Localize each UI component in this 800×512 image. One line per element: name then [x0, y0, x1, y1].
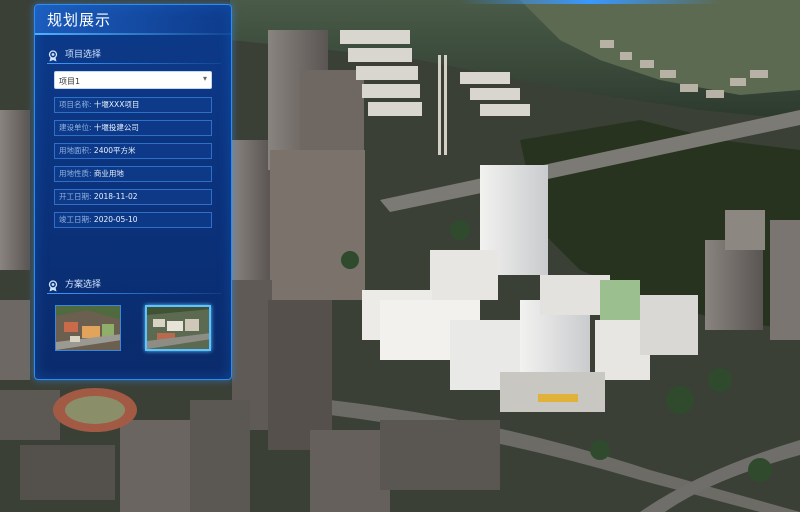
info-label: 用地面积: — [59, 146, 92, 155]
aerial-thumbnail-image — [56, 306, 120, 350]
plan-thumbnail-1[interactable] — [55, 305, 121, 351]
chevron-down-icon: ▾ — [202, 74, 207, 83]
info-label: 建设单位: — [59, 123, 92, 132]
info-label: 用地性质: — [59, 169, 92, 178]
section-divider — [47, 293, 221, 294]
plan-section-header: 方案选择 — [47, 275, 102, 292]
planning-panel: 规划展示 项目选择 项目1 ▾ 项目名称: 十堰XXX项目 建设单位: 十堰投建… — [34, 4, 232, 380]
project-select-value: 项目1 — [59, 77, 81, 86]
info-label: 项目名称: — [59, 100, 92, 109]
aerial-thumbnail-image — [147, 307, 209, 349]
info-row-land-use: 用地性质: 商业用地 — [54, 166, 212, 182]
top-banner-accent — [460, 0, 720, 4]
plan-thumbnail-2[interactable] — [145, 305, 211, 351]
info-row-builder: 建设单位: 十堰投建公司 — [54, 120, 212, 136]
section-divider — [47, 63, 221, 64]
info-value: 2018-11-02 — [93, 192, 138, 201]
project-select[interactable]: 项目1 ▾ — [54, 71, 212, 89]
panel-title-divider — [35, 33, 231, 35]
info-row-completion-date: 竣工日期: 2020-05-10 — [54, 212, 212, 228]
info-row-land-area: 用地面积: 2400平方米 — [54, 143, 212, 159]
info-row-start-date: 开工日期: 2018-11-02 — [54, 189, 212, 205]
info-value: 2400平方米 — [93, 146, 136, 155]
info-row-project-name: 项目名称: 十堰XXX项目 — [54, 97, 212, 113]
info-value: 十堰XXX项目 — [93, 100, 140, 109]
project-section-label: 项目选择 — [65, 49, 102, 60]
project-section-header: 项目选择 — [47, 45, 102, 62]
info-value: 十堰投建公司 — [93, 123, 139, 132]
panel-title: 规划展示 — [47, 11, 112, 29]
info-label: 竣工日期: — [59, 215, 92, 224]
info-value: 2020-05-10 — [93, 215, 138, 224]
award-icon — [47, 47, 59, 62]
plan-section-label: 方案选择 — [65, 279, 102, 290]
info-label: 开工日期: — [59, 192, 92, 201]
info-value: 商业用地 — [93, 169, 124, 178]
panel-header: 规划展示 — [35, 5, 231, 33]
award-icon — [47, 277, 59, 292]
